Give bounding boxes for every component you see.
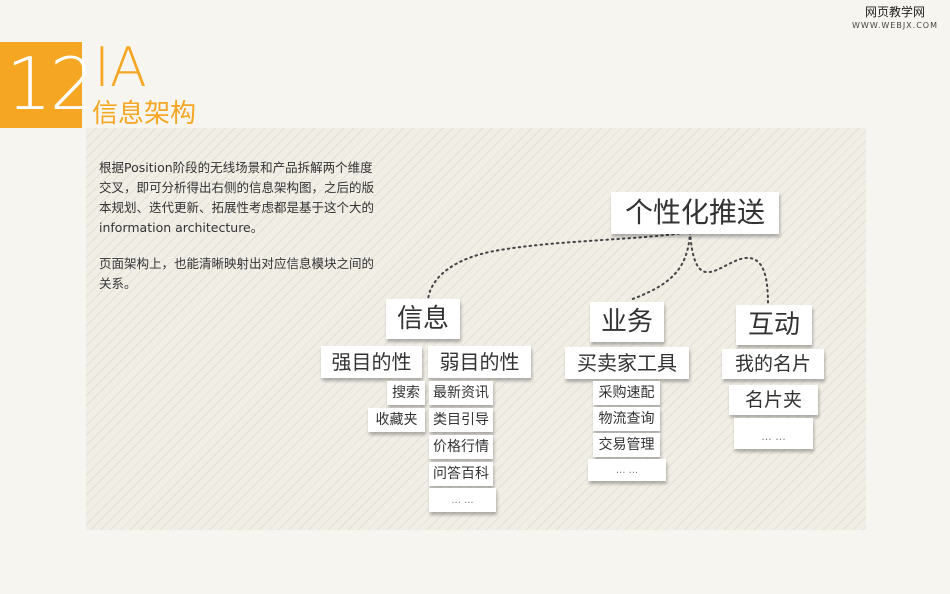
node-strong-purpose: 强目的性 [321, 346, 422, 378]
node-my-card: 我的名片 [722, 349, 824, 379]
node-search: 搜索 [387, 381, 425, 405]
connector-root-interact [689, 231, 769, 306]
node-card-folder: 名片夹 [729, 385, 818, 415]
node-favorites: 收藏夹 [368, 408, 425, 432]
node-logistics: 物流查询 [593, 407, 660, 431]
node-business-more: ... ... [588, 459, 666, 481]
node-root: 个性化推送 [611, 192, 779, 234]
connector-root-business [629, 231, 691, 301]
node-price-trend: 价格行情 [429, 435, 493, 459]
node-procurement: 采购速配 [593, 381, 660, 405]
node-latest-news: 最新资讯 [429, 381, 493, 405]
node-interact-more: ... ... [734, 418, 813, 449]
node-info-more: ... ... [429, 488, 496, 512]
node-info: 信息 [386, 299, 460, 339]
node-weak-purpose: 弱目的性 [428, 346, 531, 378]
node-interact: 互动 [736, 305, 812, 345]
node-trader-tools: 买卖家工具 [565, 347, 689, 379]
node-business: 业务 [590, 302, 664, 342]
node-category-guide: 类目引导 [429, 408, 493, 432]
connector-root-info [427, 231, 691, 301]
node-trade-management: 交易管理 [593, 433, 660, 457]
node-qa-wiki: 问答百科 [429, 462, 493, 486]
